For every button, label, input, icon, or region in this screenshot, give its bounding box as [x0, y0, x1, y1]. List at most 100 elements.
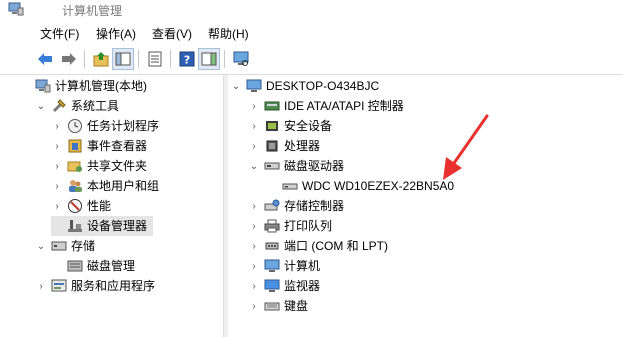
- chevron-right-icon[interactable]: ›: [51, 200, 63, 212]
- chevron-right-icon[interactable]: ›: [248, 100, 260, 112]
- tree-item-storage[interactable]: ⌄ 存储: [35, 236, 95, 256]
- device-item-processors[interactable]: › 处理器: [248, 136, 320, 156]
- chevron-right-icon[interactable]: ›: [51, 180, 63, 192]
- tree-item-disk-management[interactable]: 磁盘管理: [51, 256, 135, 276]
- tree-item-label: 设备管理器: [87, 219, 148, 233]
- device-label: 键盘: [284, 299, 309, 313]
- keyboard-icon: [264, 298, 280, 314]
- chevron-right-icon[interactable]: ›: [248, 260, 260, 272]
- chevron-right-icon[interactable]: ›: [248, 280, 260, 292]
- chevron-right-icon[interactable]: ›: [35, 280, 47, 292]
- window-title: 计算机管理: [62, 4, 123, 18]
- tree-item-local-users[interactable]: › 本地用户和组: [51, 176, 159, 196]
- chevron-right-icon[interactable]: ›: [248, 120, 260, 132]
- device-item-monitors[interactable]: › 监视器: [248, 276, 320, 296]
- disk-drive-icon: [264, 158, 280, 174]
- device-item-wdc-disk[interactable]: WDC WD10EZEX-22BN5A0: [282, 176, 454, 196]
- chevron-right-icon[interactable]: ›: [248, 300, 260, 312]
- services-icon: [51, 278, 67, 294]
- tree-item-shared-folders[interactable]: › 共享文件夹: [51, 156, 147, 176]
- chevron-down-icon[interactable]: ⌄: [230, 80, 242, 92]
- device-label: 磁盘驱动器: [284, 159, 345, 173]
- tree-item-label: 磁盘管理: [87, 259, 136, 273]
- show-hide-tree-icon[interactable]: [112, 48, 134, 70]
- device-label: 安全设备: [284, 119, 333, 133]
- toolbar: ?: [0, 44, 623, 75]
- back-arrow-icon[interactable]: [34, 48, 56, 70]
- chevron-placeholder: [51, 260, 63, 272]
- clock-icon: [67, 118, 83, 134]
- toolbar-separator: [84, 50, 85, 68]
- forward-arrow-icon[interactable]: [58, 48, 80, 70]
- chevron-down-icon[interactable]: ⌄: [35, 100, 47, 112]
- monitor-icon: [264, 278, 280, 294]
- menu-help[interactable]: 帮助(H): [208, 25, 249, 42]
- show-action-pane-icon[interactable]: [198, 48, 220, 70]
- chevron-right-icon[interactable]: ›: [51, 120, 63, 132]
- toolbar-separator: [170, 50, 171, 68]
- properties-icon[interactable]: [144, 48, 166, 70]
- device-item-ide-controller[interactable]: › IDE ATA/ATAPI 控制器: [248, 96, 404, 116]
- device-label: 计算机: [284, 259, 321, 273]
- menu-view[interactable]: 查看(V): [152, 25, 192, 42]
- svg-text:?: ?: [184, 54, 190, 67]
- up-folder-icon[interactable]: [90, 48, 112, 70]
- chevron-down-icon[interactable]: ⌄: [248, 160, 260, 172]
- tree-item-label: 计算机管理(本地): [55, 79, 147, 93]
- chevron-right-icon[interactable]: ›: [248, 220, 260, 232]
- menu-action[interactable]: 操作(A): [96, 25, 136, 42]
- event-viewer-icon: [67, 138, 83, 154]
- tree-item-device-manager[interactable]: 设备管理器: [51, 216, 154, 236]
- chevron-right-icon[interactable]: ›: [51, 160, 63, 172]
- menu-file[interactable]: 文件(F): [40, 25, 79, 42]
- device-item-computer-root[interactable]: ⌄ DESKTOP-O434BJC: [230, 76, 379, 96]
- toolbar-separator: [224, 50, 225, 68]
- hard-disk-icon: [282, 178, 298, 194]
- device-item-computer[interactable]: › 计算机: [248, 256, 320, 276]
- device-item-keyboards[interactable]: › 键盘: [248, 296, 308, 316]
- chevron-placeholder: [51, 220, 63, 232]
- device-item-print-queues[interactable]: › 打印队列: [248, 216, 332, 236]
- tree-item-performance[interactable]: › 性能: [51, 196, 111, 216]
- left-navigation-tree: 计算机管理(本地) ⌄ 系统工具 › 任务计划程序 › 事件查看器 › 共享文件…: [27, 75, 223, 337]
- device-tree: ⌄ DESKTOP-O434BJC › IDE ATA/ATAPI 控制器 › …: [228, 75, 623, 337]
- storage-icon: [51, 238, 67, 254]
- printer-icon: [264, 218, 280, 234]
- tree-item-computer-management[interactable]: 计算机管理(本地): [35, 76, 147, 96]
- tree-item-label: 共享文件夹: [87, 159, 148, 173]
- disk-management-icon: [67, 258, 83, 274]
- device-item-security-devices[interactable]: › 安全设备: [248, 116, 332, 136]
- menu-bar: 文件(F) 操作(A) 查看(V) 帮助(H): [0, 20, 623, 44]
- shared-folder-icon: [67, 158, 83, 174]
- tree-item-event-viewer[interactable]: › 事件查看器: [51, 136, 147, 156]
- tree-item-label: 事件查看器: [87, 139, 148, 153]
- tree-item-task-scheduler[interactable]: › 任务计划程序: [51, 116, 159, 136]
- device-label: 监视器: [284, 279, 321, 293]
- device-item-disk-drives[interactable]: ⌄ 磁盘驱动器: [248, 156, 344, 176]
- device-item-storage-controllers[interactable]: › 存储控制器: [248, 196, 344, 216]
- device-manager-icon: [67, 218, 83, 234]
- chevron-right-icon[interactable]: ›: [248, 140, 260, 152]
- device-label: 端口 (COM 和 LPT): [284, 239, 388, 253]
- security-device-icon: [264, 118, 280, 134]
- help-icon[interactable]: ?: [176, 48, 198, 70]
- tree-item-label: 任务计划程序: [87, 119, 160, 133]
- device-item-ports[interactable]: › 端口 (COM 和 LPT): [248, 236, 388, 256]
- device-label: 存储控制器: [284, 199, 345, 213]
- chevron-right-icon[interactable]: ›: [248, 200, 260, 212]
- chevron-down-icon[interactable]: ⌄: [35, 240, 47, 252]
- device-label: 打印队列: [284, 219, 333, 233]
- tree-item-label: 存储: [71, 239, 96, 253]
- tree-item-services-applications[interactable]: › 服务和应用程序: [35, 276, 155, 296]
- tree-item-label: 本地用户和组: [87, 179, 160, 193]
- scan-hardware-icon[interactable]: [230, 48, 252, 70]
- chevron-right-icon[interactable]: ›: [51, 140, 63, 152]
- chevron-right-icon[interactable]: ›: [248, 240, 260, 252]
- computer-icon: [264, 258, 280, 274]
- tree-item-system-tools[interactable]: ⌄ 系统工具: [35, 96, 119, 116]
- device-label: IDE ATA/ATAPI 控制器: [284, 99, 404, 113]
- port-icon: [264, 238, 280, 254]
- users-icon: [67, 178, 83, 194]
- device-label: WDC WD10EZEX-22BN5A0: [302, 179, 455, 193]
- toolbar-separator: [138, 50, 139, 68]
